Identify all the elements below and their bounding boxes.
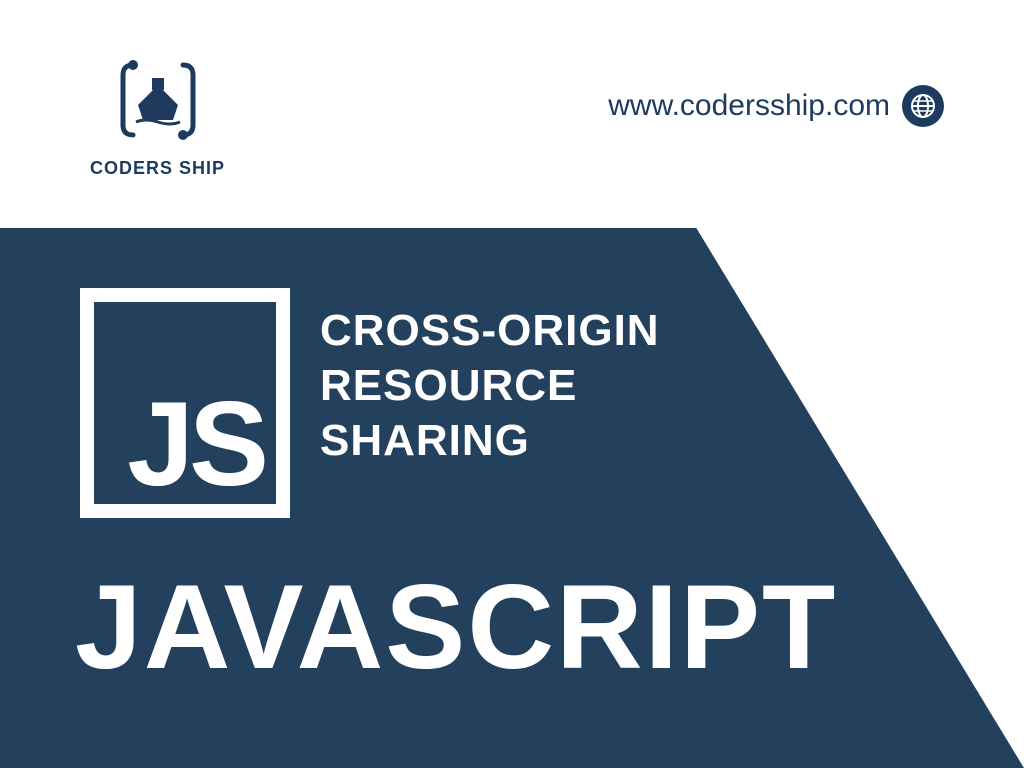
subtitle-line-2: RESOURCE bbox=[320, 358, 660, 413]
logo-text: CODERS SHIP bbox=[90, 158, 225, 179]
js-logo-text: JS bbox=[127, 384, 264, 504]
subtitle: CROSS-ORIGIN RESOURCE SHARING bbox=[320, 303, 660, 468]
ship-logo-icon bbox=[108, 50, 208, 150]
js-logo-box: JS bbox=[80, 288, 290, 518]
header: CODERS SHIP www.codersship.com bbox=[0, 0, 1024, 250]
main-title: JAVASCRIPT bbox=[75, 558, 837, 696]
url-container: www.codersship.com bbox=[608, 85, 944, 127]
subtitle-line-3: SHARING bbox=[320, 413, 660, 468]
globe-icon bbox=[902, 85, 944, 127]
subtitle-line-1: CROSS-ORIGIN bbox=[320, 303, 660, 358]
banner: JS CROSS-ORIGIN RESOURCE SHARING JAVASCR… bbox=[0, 228, 1024, 768]
website-url: www.codersship.com bbox=[608, 89, 890, 123]
logo: CODERS SHIP bbox=[90, 50, 225, 179]
